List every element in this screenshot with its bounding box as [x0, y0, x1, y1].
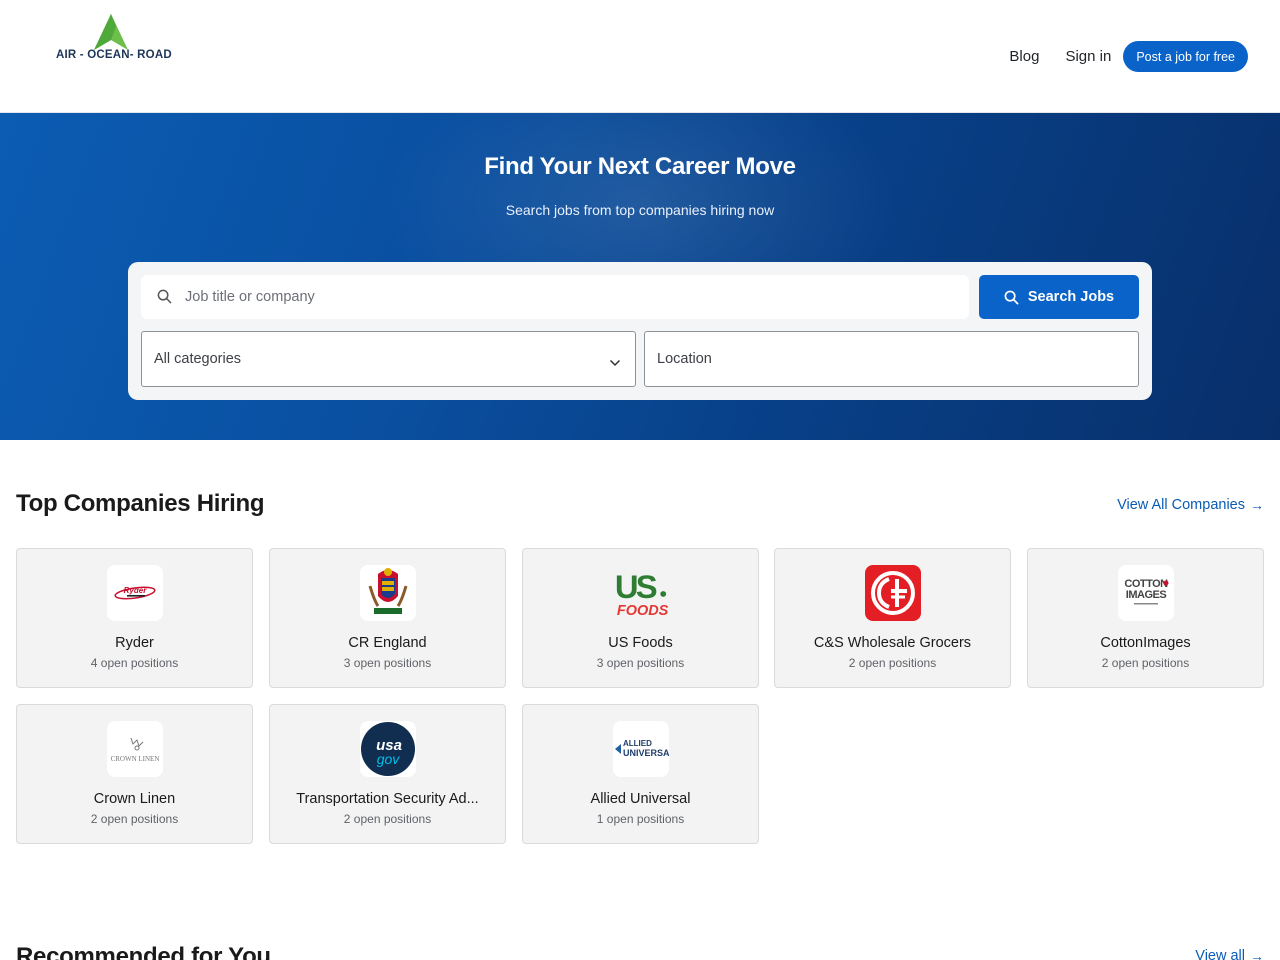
company-name: Allied Universal [590, 791, 691, 807]
search-icon [157, 289, 172, 309]
company-card[interactable]: US FOODS US Foods 3 open positions [522, 548, 759, 688]
company-name: CR England [348, 635, 427, 651]
keyword-search-input[interactable] [185, 275, 955, 319]
svg-text:FOODS: FOODS [617, 603, 669, 619]
svg-text:Ryder: Ryder [124, 586, 148, 595]
nav-blog-link[interactable]: Blog [1009, 48, 1039, 65]
open-positions-count: 2 open positions [90, 812, 179, 826]
open-positions-count: 3 open positions [596, 656, 685, 670]
company-name: Crown Linen [93, 791, 176, 807]
search-panel: Search Jobs All categories [128, 262, 1152, 400]
allied-universal-logo: ALLIED UNIVERSAL [613, 721, 669, 777]
recommended-title: Recommended for You [16, 943, 271, 960]
company-card[interactable]: C&S Wholesale Grocers 2 open positions [774, 548, 1011, 688]
svg-text:CROWN LINEN: CROWN LINEN [111, 755, 160, 763]
chevron-down-icon [609, 354, 621, 372]
open-positions-count: 2 open positions [1101, 656, 1190, 670]
company-card[interactable]: usa gov Transportation Security Ad... 2 … [269, 704, 506, 844]
company-card[interactable]: CR England 3 open positions [269, 548, 506, 688]
company-name: Ryder [115, 635, 154, 651]
arrow-right-icon: → [1250, 948, 1264, 960]
keyword-search-field[interactable] [141, 275, 969, 319]
us-foods-logo: US FOODS [613, 565, 669, 621]
view-all-recommended-label: View all [1195, 948, 1245, 960]
hero-subtitle: Search jobs from top companies hiring no… [505, 202, 775, 218]
category-selected-value: All categories [154, 351, 242, 367]
svg-text:US: US [615, 568, 657, 605]
view-all-recommended-link[interactable]: View all → [1195, 948, 1264, 960]
company-name: C&S Wholesale Grocers [813, 635, 972, 651]
arrow-right-icon: → [1250, 497, 1264, 513]
usagov-logo: usa gov [360, 721, 416, 777]
brand-logo[interactable]: AIR - OCEAN- ROAD [56, 14, 181, 66]
category-select[interactable]: All categories [141, 331, 636, 387]
cs-wholesale-logo [865, 565, 921, 621]
ryder-logo: Ryder [107, 565, 163, 621]
location-input[interactable] [657, 332, 1127, 386]
site-header: AIR - OCEAN- ROAD Blog Sign in Post a jo… [0, 0, 1280, 113]
company-name: US Foods [608, 635, 673, 651]
crown-linen-logo: CROWN LINEN [107, 721, 163, 777]
view-all-companies-link[interactable]: View All Companies → [1117, 497, 1264, 513]
location-field[interactable] [644, 331, 1139, 387]
hero-banner: Find Your Next Career Move Search jobs f… [0, 113, 1280, 440]
open-positions-count: 4 open positions [90, 656, 179, 670]
svg-text:IMAGES: IMAGES [1126, 589, 1167, 601]
open-positions-count: 1 open positions [596, 812, 685, 826]
open-positions-count: 3 open positions [343, 656, 432, 670]
view-all-companies-label: View All Companies [1117, 497, 1245, 513]
search-jobs-label: Search Jobs [1027, 289, 1115, 305]
hero-title: Find Your Next Career Move [484, 153, 796, 180]
top-companies-title: Top Companies Hiring [16, 490, 265, 517]
brand-name: AIR - OCEAN- ROAD [56, 49, 172, 61]
company-card[interactable]: CROWN LINEN Crown Linen 2 open positions [16, 704, 253, 844]
svg-text:ALLIED: ALLIED [623, 739, 652, 748]
svg-text:gov: gov [377, 751, 401, 767]
company-name: Transportation Security Ad... [296, 791, 479, 807]
cottonimages-logo: COTTON IMAGES [1118, 565, 1174, 621]
mountain-logo-icon [94, 14, 128, 50]
cr-england-crest [360, 565, 416, 621]
search-icon [1004, 290, 1019, 305]
open-positions-count: 2 open positions [343, 812, 432, 826]
company-card[interactable]: ALLIED UNIVERSAL Allied Universal 1 open… [522, 704, 759, 844]
search-jobs-button[interactable]: Search Jobs [979, 275, 1139, 319]
sign-in-link[interactable]: Sign in [1065, 48, 1111, 65]
svg-text:UNIVERSAL: UNIVERSAL [623, 748, 669, 758]
post-job-button[interactable]: Post a job for free [1123, 41, 1248, 72]
open-positions-count: 2 open positions [848, 656, 937, 670]
company-card[interactable]: COTTON IMAGES CottonImages 2 open positi… [1027, 548, 1264, 688]
company-name: CottonImages [1100, 635, 1191, 651]
top-nav: Blog Sign in Post a job for free [1009, 41, 1248, 72]
company-card[interactable]: Ryder Ryder 4 open positions [16, 548, 253, 688]
